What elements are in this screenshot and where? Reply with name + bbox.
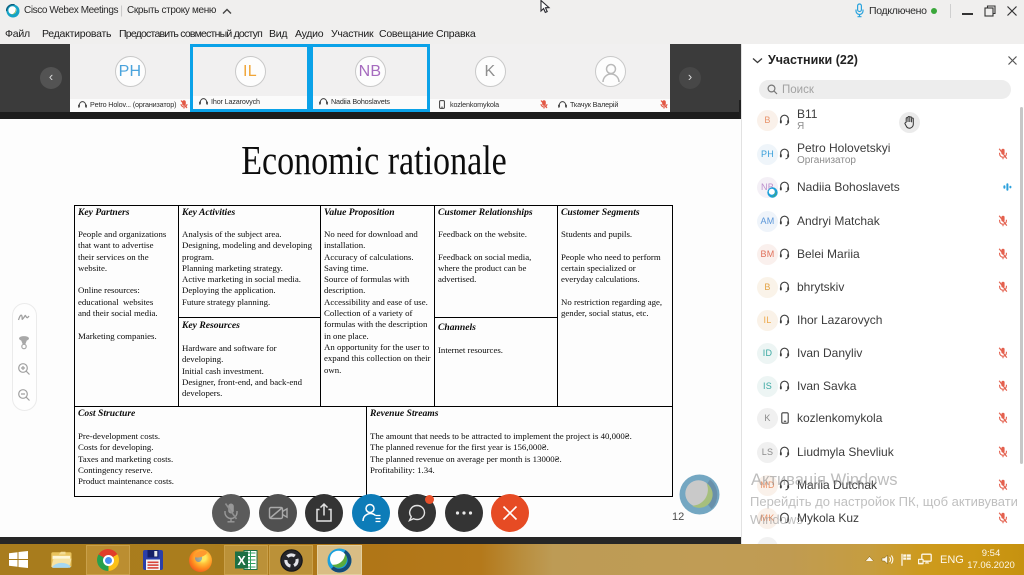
svg-text:X: X [237,554,246,568]
